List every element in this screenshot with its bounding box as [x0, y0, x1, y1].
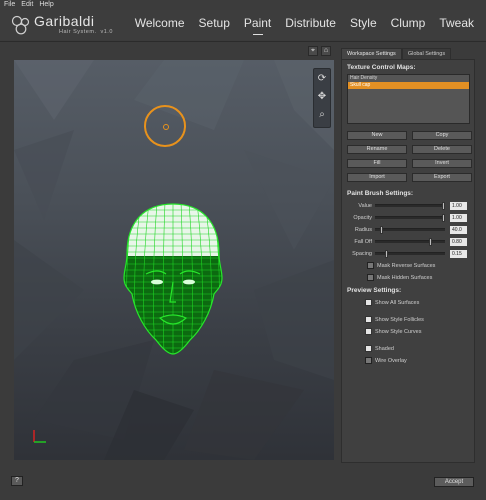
checkbox-label: Show Style Follicles: [375, 316, 424, 323]
slider-value-field[interactable]: 1.00: [450, 201, 467, 210]
check-mask-reverse-surfaces[interactable]: Mask Reverse Surfaces: [347, 260, 469, 271]
slider-spacing: Spacing 0.15: [347, 248, 469, 259]
slider-label: Spacing: [352, 250, 372, 257]
fill-button[interactable]: Fill: [347, 159, 407, 168]
slider-track[interactable]: [375, 214, 445, 222]
nav-paint[interactable]: Paint: [244, 16, 271, 35]
new-button[interactable]: New: [347, 131, 407, 140]
paint-brush-cursor: [144, 105, 186, 147]
invert-button[interactable]: Invert: [412, 159, 472, 168]
slider-thumb[interactable]: [442, 214, 445, 222]
nav-style[interactable]: Style: [350, 16, 377, 30]
rotate-icon[interactable]: ⟳: [314, 69, 330, 87]
slider-track[interactable]: [375, 226, 445, 234]
checkbox[interactable]: [365, 328, 372, 335]
import-button[interactable]: Import: [347, 173, 407, 182]
nav-clump[interactable]: Clump: [391, 16, 426, 30]
slider-thumb[interactable]: [429, 238, 432, 246]
slider-thumb[interactable]: [385, 250, 388, 258]
texture-map-buttons: New Copy Rename Delete Fill Invert Impor…: [347, 131, 472, 182]
app-subtitle: Hair System. v1.0: [59, 29, 113, 35]
checkbox-label: Wire Overlay: [375, 357, 407, 364]
app-header: Garibaldi Hair System. v1.0 Welcome Setup…: [0, 10, 486, 40]
slider-track[interactable]: [375, 238, 445, 246]
preview-settings-title: Preview Settings:: [347, 287, 402, 294]
checkbox[interactable]: [365, 299, 372, 306]
texture-map-list[interactable]: Hair Density Skull cap: [347, 74, 470, 124]
checkbox-label: Show Style Curves: [375, 328, 422, 335]
menu-bar: File Edit Help: [0, 0, 486, 10]
tab-workspace-settings[interactable]: Workspace Settings: [341, 48, 402, 59]
delete-button[interactable]: Delete: [412, 145, 472, 154]
slider-track[interactable]: [375, 202, 445, 210]
export-button[interactable]: Export: [412, 173, 472, 182]
checkbox-label: Shaded: [375, 345, 394, 352]
rename-button[interactable]: Rename: [347, 145, 407, 154]
slider-value-field[interactable]: 0.80: [450, 237, 467, 246]
checkbox-label: Show All Surfaces: [375, 299, 420, 306]
main-nav: Welcome Setup Paint Distribute Style Clu…: [135, 16, 474, 35]
slider-value-field[interactable]: 1.00: [450, 213, 467, 222]
viewport-navigation: ⟳ ✥ ⌕: [313, 68, 331, 128]
slider-value-field[interactable]: 40.0: [450, 225, 467, 234]
garibaldi-logo-icon: [11, 15, 30, 35]
check-wire-overlay[interactable]: Wire Overlay: [347, 355, 469, 366]
viewport-toolbar: ⌖ ⌂: [308, 46, 331, 56]
menu-help[interactable]: Help: [39, 0, 53, 10]
slider-falloff: Fall Off 0.80: [347, 236, 469, 247]
settings-panel: Texture Control Maps: Hair Density Skull…: [341, 59, 475, 463]
checkbox-label: Mask Reverse Surfaces: [377, 262, 436, 269]
header-divider: [0, 41, 486, 42]
head-wireframe-model[interactable]: [118, 202, 228, 356]
map-item-hair-density[interactable]: Hair Density: [348, 75, 469, 82]
slider-thumb[interactable]: [442, 202, 445, 210]
checkbox[interactable]: [365, 345, 372, 352]
brush-center: [163, 124, 169, 130]
slider-value: Value 1.00: [347, 200, 469, 211]
menu-file[interactable]: File: [4, 0, 15, 10]
slider-track[interactable]: [375, 250, 445, 258]
map-item-skull-cap[interactable]: Skull cap: [348, 82, 469, 89]
home-icon[interactable]: ⌂: [321, 46, 331, 56]
checkbox-label: Mask Hidden Surfaces: [377, 274, 433, 281]
slider-thumb[interactable]: [380, 226, 383, 234]
check-show-style-follicles[interactable]: Show Style Follicles: [347, 314, 469, 325]
copy-button[interactable]: Copy: [412, 131, 472, 140]
menu-edit[interactable]: Edit: [21, 0, 33, 10]
slider-label: Fall Off: [354, 238, 372, 245]
axis-indicator: [33, 430, 46, 443]
texture-maps-title: Texture Control Maps:: [347, 64, 416, 71]
slider-label: Radius: [354, 226, 372, 233]
check-shaded[interactable]: Shaded: [347, 343, 469, 354]
checkbox[interactable]: [367, 262, 374, 269]
slider-opacity: Opacity 1.00: [347, 212, 469, 223]
checkbox[interactable]: [367, 274, 374, 281]
nav-setup[interactable]: Setup: [199, 16, 230, 30]
nav-distribute[interactable]: Distribute: [285, 16, 336, 30]
slider-value-field[interactable]: 0.15: [450, 249, 467, 258]
check-mask-hidden-surfaces[interactable]: Mask Hidden Surfaces: [347, 272, 469, 283]
app-title: Garibaldi: [34, 13, 95, 29]
paint-brush-title: Paint Brush Settings:: [347, 190, 414, 197]
nav-welcome[interactable]: Welcome: [135, 16, 185, 30]
settings-tabs: Workspace Settings Global Settings: [341, 48, 452, 59]
zoom-icon[interactable]: ⌕: [314, 105, 330, 123]
checkbox[interactable]: [365, 357, 372, 364]
check-show-style-curves[interactable]: Show Style Curves: [347, 326, 469, 337]
tab-global-settings[interactable]: Global Settings: [401, 48, 452, 59]
3d-viewport[interactable]: ⟳ ✥ ⌕: [14, 60, 334, 460]
checkbox[interactable]: [365, 316, 372, 323]
slider-label: Opacity: [353, 214, 372, 221]
target-icon[interactable]: ⌖: [308, 46, 318, 56]
pan-icon[interactable]: ✥: [314, 87, 330, 105]
slider-label: Value: [358, 202, 372, 209]
app-subtitle-text: Hair System.: [59, 29, 97, 35]
nav-tweak[interactable]: Tweak: [439, 16, 474, 30]
help-button[interactable]: ?: [11, 476, 23, 486]
slider-radius: Radius 40.0: [347, 224, 469, 235]
accept-button[interactable]: Accept: [434, 477, 474, 487]
app-version: v1.0: [100, 29, 113, 35]
check-show-all-surfaces[interactable]: Show All Surfaces: [347, 297, 469, 308]
